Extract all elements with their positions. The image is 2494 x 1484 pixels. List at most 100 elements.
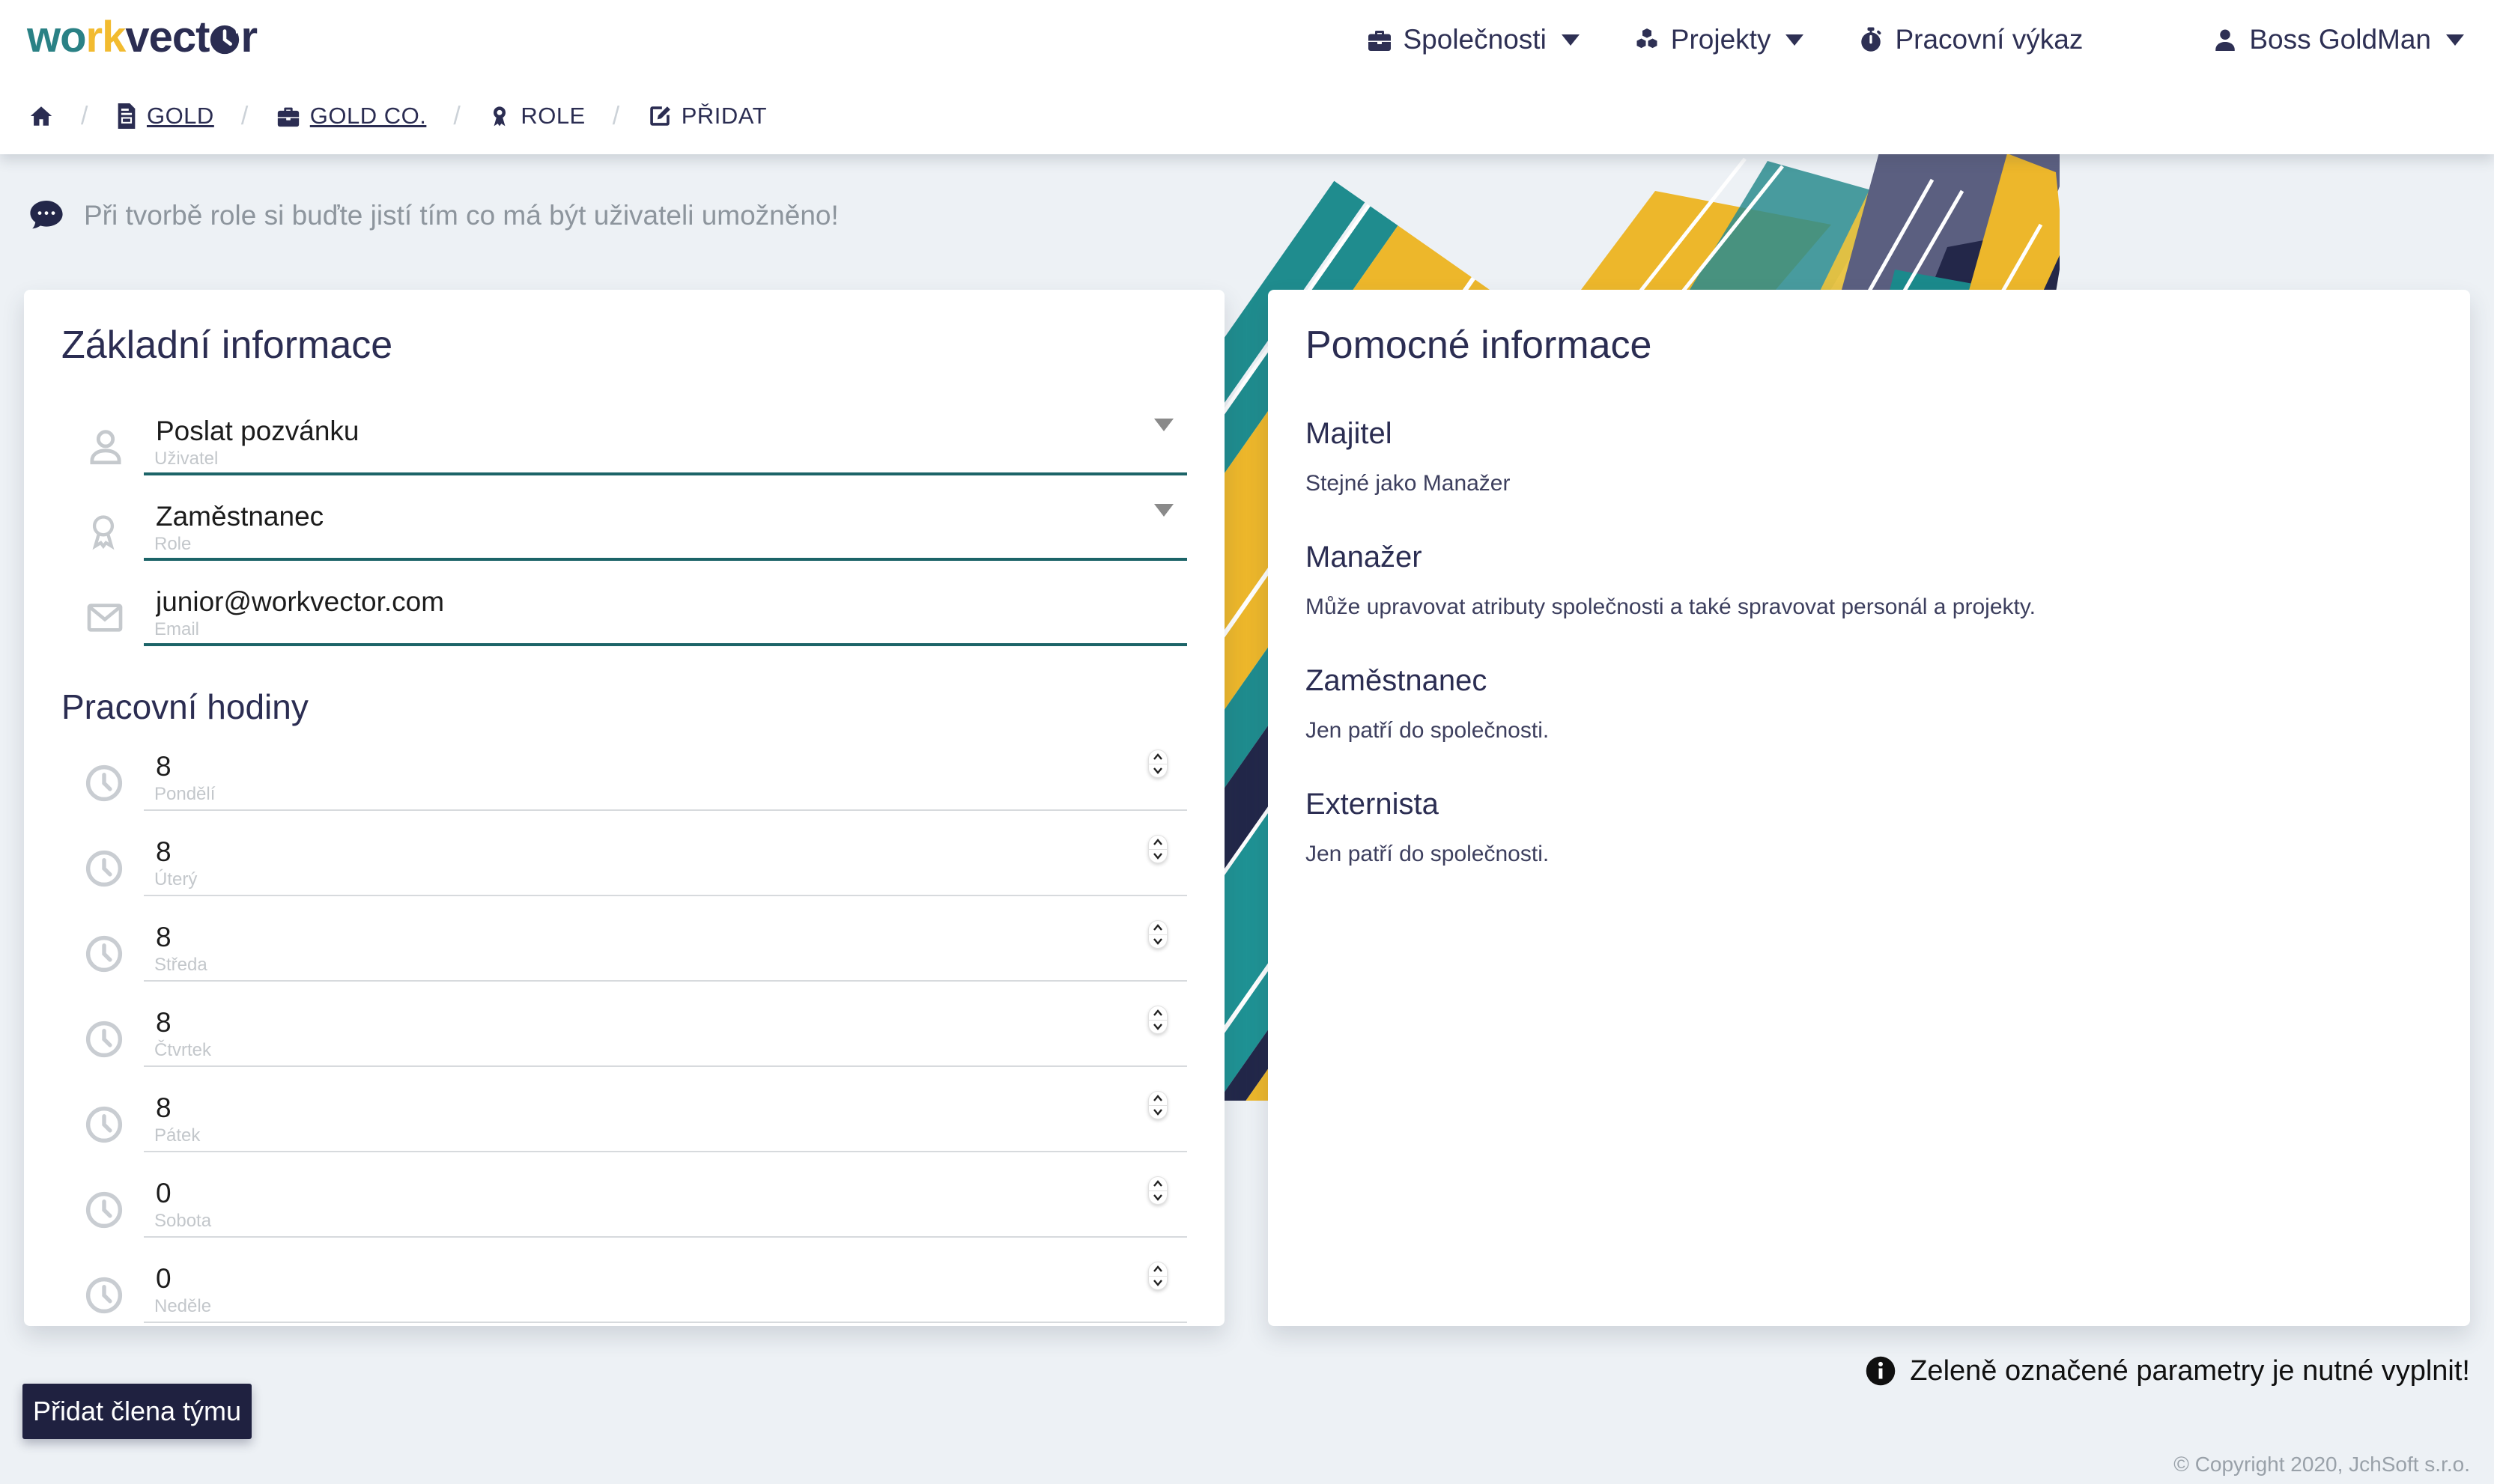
hours-value[interactable]: 8 xyxy=(156,920,1187,955)
card-title: Pomocné informace xyxy=(1305,323,2433,368)
required-note: Zeleně označené parametry je nutné vypln… xyxy=(1865,1346,2470,1396)
info-circle-icon xyxy=(1865,1355,1896,1387)
quantity-stepper[interactable] xyxy=(1148,1176,1168,1205)
hours-sunday-field: 0 Neděle xyxy=(144,1262,1187,1323)
breadcrumb-label: ROLE xyxy=(521,103,585,130)
hours-value[interactable]: 0 xyxy=(156,1262,1187,1296)
help-text-manazer: Může upravovat atributy společnosti a ta… xyxy=(1305,592,2433,622)
breadcrumb-item-gold-co[interactable]: GOLD CO. xyxy=(276,103,427,130)
card-title: Základní informace xyxy=(61,323,1187,368)
field-row-role: Zaměstnanec Role xyxy=(61,499,1187,561)
breadcrumb-label: GOLD xyxy=(147,103,214,130)
comment-icon xyxy=(28,199,64,232)
chevron-down-icon xyxy=(2446,34,2464,46)
hours-thursday-field: 8 Čtvrtek xyxy=(144,1006,1187,1067)
hours-saturday-field: 0 Sobota xyxy=(144,1176,1187,1238)
hours-label: Úterý xyxy=(154,869,1187,890)
hours-row-saturday: 0 Sobota xyxy=(61,1176,1187,1238)
user-icon xyxy=(2212,26,2239,53)
hours-value[interactable]: 8 xyxy=(156,835,1187,869)
hours-label: Pondělí xyxy=(154,784,1187,805)
email-field-wrap: Email xyxy=(144,585,1187,646)
add-team-member-button[interactable]: Přidat člena týmu xyxy=(22,1384,252,1439)
nav-label: Projekty xyxy=(1671,24,1771,55)
nav-item-timesheet[interactable]: Pracovní výkaz xyxy=(1857,24,2083,55)
breadcrumb-separator: / xyxy=(241,102,249,131)
hours-label: Pátek xyxy=(154,1125,1187,1146)
quantity-stepper[interactable] xyxy=(1148,1262,1168,1290)
clock-icon xyxy=(61,934,144,982)
pen-square-icon xyxy=(647,103,673,129)
help-info-card: Pomocné informace Majitel Stejné jako Ma… xyxy=(1268,290,2470,1326)
email-field[interactable] xyxy=(156,585,1084,619)
clock-logo-icon xyxy=(207,22,242,57)
stopwatch-icon xyxy=(1857,26,1884,53)
quantity-stepper[interactable] xyxy=(1148,920,1168,949)
nav-label: Společnosti xyxy=(1404,24,1547,55)
clock-icon xyxy=(61,848,144,896)
nav-item-projects[interactable]: Projekty xyxy=(1633,24,1804,55)
copyright-text: © Copyright 2020, JchSoft s.r.o. xyxy=(2173,1453,2470,1477)
clock-icon xyxy=(61,1275,144,1323)
breadcrumb-separator: / xyxy=(613,102,620,131)
field-row-user: Poslat pozvánku Uživatel xyxy=(61,414,1187,475)
breadcrumb-label: PŘIDAT xyxy=(682,103,767,130)
email-field-label: Email xyxy=(154,619,1187,640)
hours-value[interactable]: 8 xyxy=(156,1006,1187,1040)
breadcrumb-home[interactable] xyxy=(28,103,54,129)
clock-icon xyxy=(61,1019,144,1067)
envelope-icon xyxy=(61,597,144,646)
award-icon xyxy=(61,510,144,561)
user-select[interactable]: Poslat pozvánku Uživatel xyxy=(144,414,1187,475)
hours-row-friday: 8 Pátek xyxy=(61,1091,1187,1152)
file-invoice-icon xyxy=(115,103,138,129)
breadcrumb-separator: / xyxy=(81,102,88,131)
home-icon xyxy=(28,103,54,129)
help-text-zamestnanec: Jen patří do společnosti. xyxy=(1305,716,2433,746)
breadcrumb-item-gold[interactable]: GOLD xyxy=(115,103,214,130)
workvector-logo[interactable]: workvectr xyxy=(27,12,257,62)
hours-monday-field: 8 Pondělí xyxy=(144,749,1187,811)
nav-item-companies[interactable]: Společnosti xyxy=(1366,24,1580,55)
cubes-icon xyxy=(1633,26,1660,53)
basic-info-card: Základní informace Poslat pozvánku Uživa… xyxy=(24,290,1225,1326)
hours-label: Čtvrtek xyxy=(154,1040,1187,1061)
work-hours-title: Pracovní hodiny xyxy=(61,687,1187,727)
main-nav: Společnosti Projekty Pracovní výkaz Boss… xyxy=(1366,0,2465,79)
briefcase-icon xyxy=(1366,26,1393,53)
award-icon xyxy=(488,103,512,129)
hours-label: Středa xyxy=(154,955,1187,976)
hours-value[interactable]: 8 xyxy=(156,1091,1187,1125)
clock-icon xyxy=(61,763,144,811)
breadcrumb-separator: / xyxy=(453,102,461,131)
hours-friday-field: 8 Pátek xyxy=(144,1091,1187,1152)
user-select-value: Poslat pozvánku xyxy=(156,414,1187,448)
hours-label: Sobota xyxy=(154,1211,1187,1232)
hours-row-tuesday: 8 Úterý xyxy=(61,835,1187,896)
quantity-stepper[interactable] xyxy=(1148,749,1168,778)
quantity-stepper[interactable] xyxy=(1148,835,1168,863)
role-select-label: Role xyxy=(154,534,1187,555)
role-select[interactable]: Zaměstnanec Role xyxy=(144,499,1187,561)
nav-label: Pracovní výkaz xyxy=(1895,24,2083,55)
help-text-externista: Jen patří do společnosti. xyxy=(1305,839,2433,869)
logo-part-teal: wo xyxy=(27,12,86,62)
quantity-stepper[interactable] xyxy=(1148,1006,1168,1034)
nav-item-user-menu[interactable]: Boss GoldMan xyxy=(2212,24,2464,55)
quantity-stepper[interactable] xyxy=(1148,1091,1168,1119)
hours-row-wednesday: 8 Středa xyxy=(61,920,1187,982)
notice-row: Při tvorbě role si buďte jistí tím co má… xyxy=(28,199,839,232)
breadcrumb-label: GOLD CO. xyxy=(310,103,427,130)
help-heading-zamestnanec: Zaměstnanec xyxy=(1305,664,2433,698)
hours-wednesday-field: 8 Středa xyxy=(144,920,1187,982)
hours-tuesday-field: 8 Úterý xyxy=(144,835,1187,896)
hours-value[interactable]: 8 xyxy=(156,749,1187,784)
breadcrumb-item-pridat: PŘIDAT xyxy=(647,103,767,130)
help-heading-majitel: Majitel xyxy=(1305,417,2433,451)
notice-text: Při tvorbě role si buďte jistí tím co má… xyxy=(84,200,839,231)
help-heading-manazer: Manažer xyxy=(1305,541,2433,574)
user-icon xyxy=(61,425,144,475)
hours-value[interactable]: 0 xyxy=(156,1176,1187,1211)
field-row-email: Email xyxy=(61,585,1187,646)
clock-icon xyxy=(61,1104,144,1152)
